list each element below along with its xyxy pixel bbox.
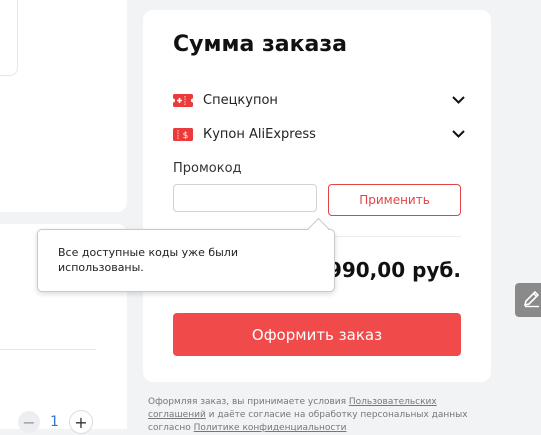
- increase-quantity-button[interactable]: +: [68, 410, 93, 434]
- chevron-down-icon[interactable]: [451, 93, 465, 107]
- ticket-plus-icon: [173, 93, 193, 107]
- cart-divider: [0, 349, 96, 350]
- quantity-stepper: − 1 +: [18, 410, 93, 434]
- pencil-icon: [522, 288, 541, 312]
- legal-notice: Оформляя заказ, вы принимаете условия По…: [148, 396, 488, 435]
- order-summary-card: Сумма заказа Спецкупон $ Купон AliExpres…: [143, 10, 491, 382]
- svg-text:$: $: [183, 131, 189, 141]
- ticket-dollar-icon: $: [173, 127, 193, 141]
- legal-prefix: Оформляя заказ, вы принимаете условия: [148, 397, 349, 407]
- cart-card-top: [0, 0, 127, 212]
- edit-floating-button[interactable]: [515, 283, 541, 317]
- chevron-down-icon[interactable]: [451, 127, 465, 141]
- promo-code-label: Промокод: [173, 161, 242, 176]
- decrease-quantity-button[interactable]: −: [18, 411, 40, 433]
- apply-promo-button[interactable]: Применить: [328, 184, 461, 216]
- coupon-row-aliexpress[interactable]: $ Купон AliExpress: [173, 123, 465, 145]
- promo-tooltip: Все доступные коды уже были использованы…: [37, 217, 335, 292]
- promo-code-input[interactable]: [173, 184, 317, 212]
- summary-title: Сумма заказа: [173, 32, 347, 57]
- coupon-label-special: Спецкупон: [203, 92, 278, 108]
- tooltip-text: Все доступные коды уже были использованы…: [58, 246, 238, 274]
- privacy-policy-link[interactable]: Политике конфиденциальности: [194, 423, 347, 433]
- coupon-row-special[interactable]: Спецкупон: [173, 89, 465, 111]
- cart-item-box: [0, 0, 18, 76]
- quantity-value: 1: [50, 414, 59, 430]
- coupon-label-aliexpress: Купон AliExpress: [203, 126, 316, 142]
- checkout-button[interactable]: Оформить заказ: [173, 313, 461, 356]
